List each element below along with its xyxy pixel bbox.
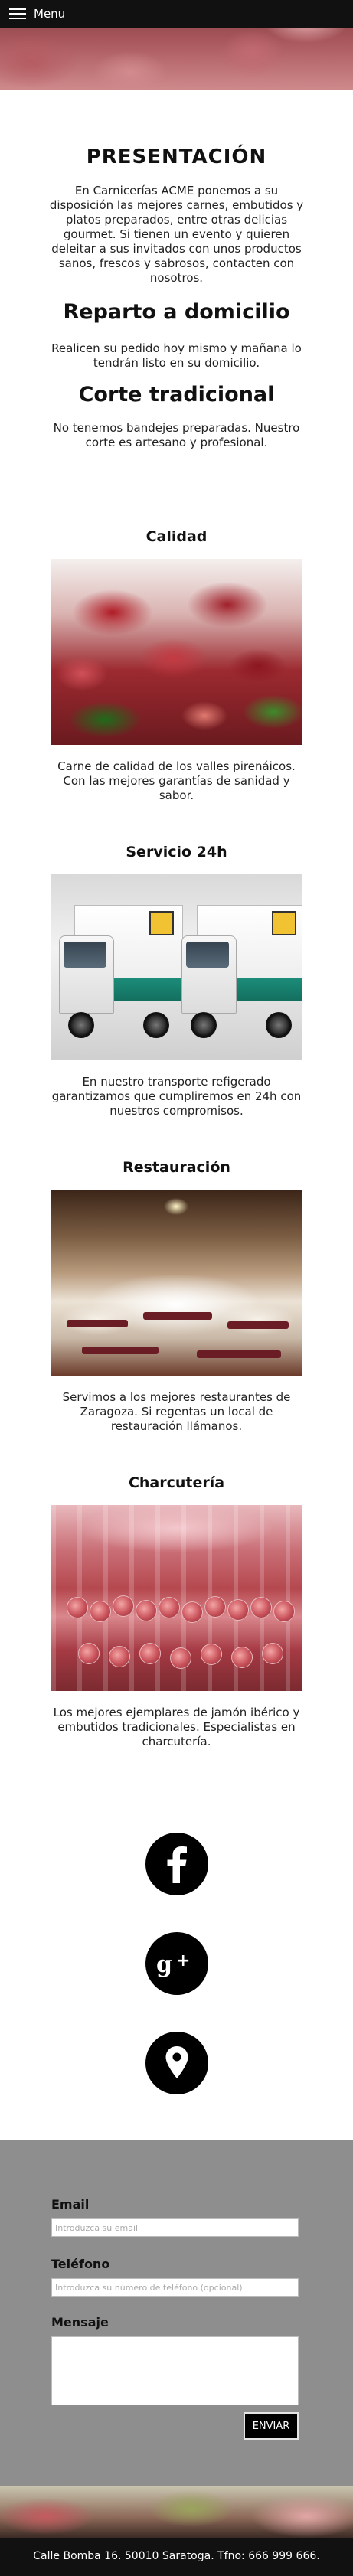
- menu-label[interactable]: Menu: [34, 7, 65, 21]
- svg-text:g: g: [156, 1951, 172, 1978]
- message-label: Mensaje: [51, 2315, 109, 2330]
- svg-text:+: +: [176, 1951, 190, 1970]
- footer-banner: [0, 2486, 353, 2538]
- service-text-charcuteria: Los mejores ejemplares de jamón ibérico …: [53, 1706, 300, 1748]
- email-field[interactable]: [51, 2218, 299, 2237]
- service-text-restauracion: Servimos a los mejores restaurantes de Z…: [62, 1390, 291, 1433]
- meat-photo: [51, 559, 302, 745]
- contact-section: [0, 2140, 353, 2486]
- hamburger-menu-icon[interactable]: [9, 8, 26, 20]
- facebook-icon: [167, 1846, 187, 1883]
- reparto-title: Reparto a domicilio: [63, 300, 290, 324]
- trucks-photo: [51, 874, 302, 1060]
- service-text-servicio-24h: En nuestro transporte refigerado garanti…: [51, 1075, 302, 1118]
- truck-graphic: [181, 905, 302, 1043]
- page-title: PRESENTACIÓN: [86, 145, 267, 168]
- restaurant-photo: [51, 1190, 302, 1376]
- service-title-servicio-24h: Servicio 24h: [126, 844, 227, 860]
- service-text-calidad: Carne de calidad de los valles pirenáico…: [57, 759, 296, 802]
- email-label: Email: [51, 2197, 90, 2212]
- footer-address: Calle Bomba 16. 50010 Saratoga. Tfno: 66…: [33, 2550, 320, 2562]
- reparto-text: Realicen su pedido hoy mismo y mañana lo…: [51, 341, 302, 370]
- google-plus-link[interactable]: g +: [145, 1932, 208, 1995]
- service-title-calidad: Calidad: [145, 528, 208, 545]
- service-title-charcuteria: Charcutería: [128, 1474, 225, 1491]
- send-button[interactable]: ENVIAR: [244, 2412, 299, 2440]
- phone-label: Teléfono: [51, 2257, 110, 2271]
- intro-text: En Carnicerías ACME ponemos a su disposi…: [49, 184, 304, 285]
- corte-text: No tenemos bandejes preparadas. Nuestro …: [53, 421, 300, 449]
- map-location-link[interactable]: [145, 2032, 208, 2094]
- footer: Calle Bomba 16. 50010 Saratoga. Tfno: 66…: [0, 2538, 353, 2576]
- top-navbar: Menu: [0, 0, 353, 28]
- map-pin-icon: [165, 2046, 188, 2078]
- service-title-restauracion: Restauración: [123, 1159, 230, 1176]
- corte-title: Corte tradicional: [78, 383, 275, 406]
- truck-graphic: [59, 905, 183, 1043]
- google-plus-icon: g +: [156, 1951, 190, 1978]
- message-field[interactable]: [51, 2336, 299, 2405]
- deli-photo: [51, 1505, 302, 1691]
- phone-field[interactable]: [51, 2278, 299, 2297]
- facebook-link[interactable]: [145, 1833, 208, 1895]
